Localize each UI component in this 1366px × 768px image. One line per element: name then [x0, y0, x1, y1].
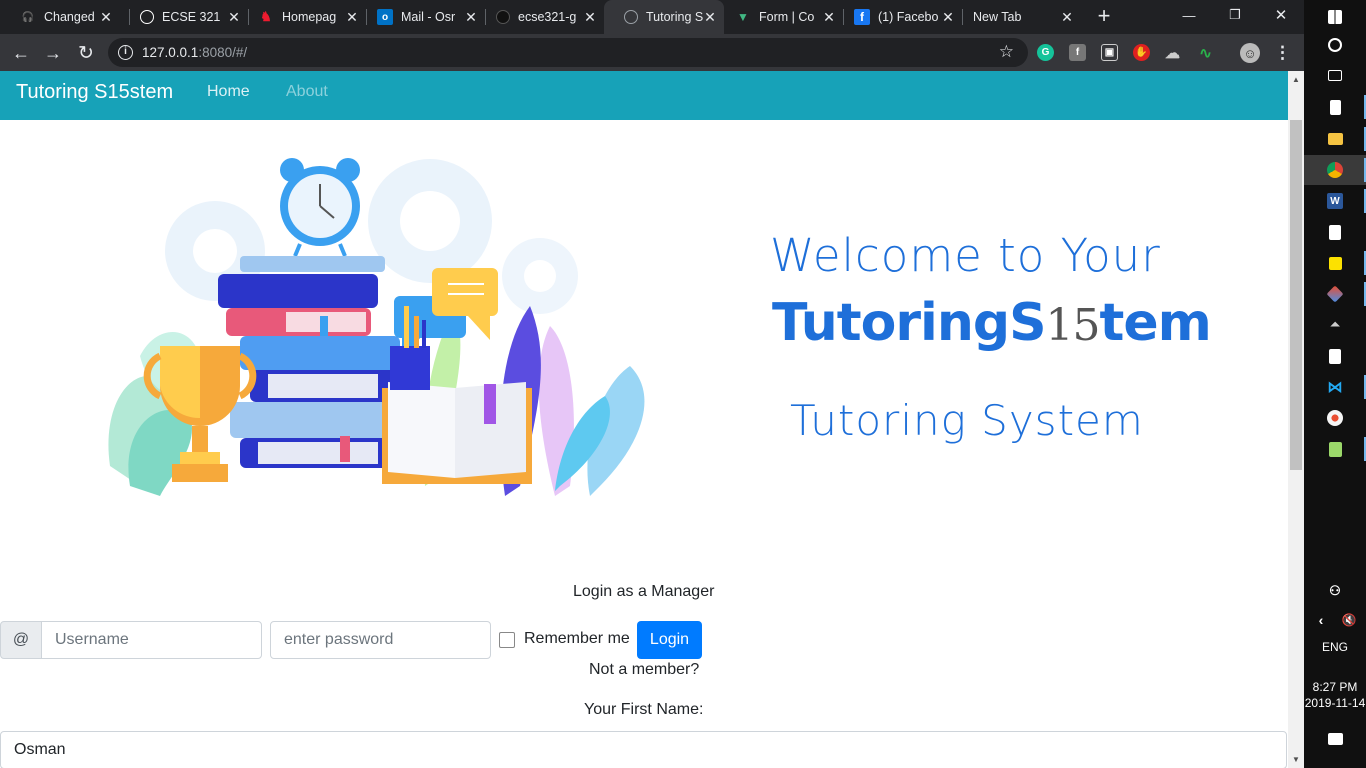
cloud-app-icon[interactable]: ⏶ — [1304, 309, 1366, 339]
password-input[interactable] — [270, 621, 491, 659]
close-tab-icon[interactable]: ✕ — [582, 9, 598, 25]
site-navbar: Tutoring S15stem Home About — [0, 71, 1288, 120]
tab-ecse321[interactable]: ECSE 321 ✕ — [120, 0, 248, 34]
tab-mail[interactable]: o Mail - Osr ✕ — [357, 0, 485, 34]
windows-start-icon[interactable] — [1304, 2, 1366, 32]
facebook-icon: f — [854, 9, 870, 25]
navbar-brand[interactable]: Tutoring S15stem — [16, 81, 173, 104]
login-heading: Login as a Manager — [573, 583, 715, 600]
books-trophy-illustration — [108, 158, 645, 496]
tab-form[interactable]: ▼ Form | Co ✕ — [715, 0, 843, 34]
mcgill-icon: ♞ — [260, 9, 272, 24]
scroll-up-arrow-icon[interactable]: ▲ — [1288, 71, 1304, 88]
browser-tab-strip: 🎧 Changed ✕ ECSE 321 ✕ ♞ Homepag ✕ o Mai… — [0, 0, 1304, 34]
close-tab-icon[interactable]: ✕ — [1059, 9, 1075, 25]
username-input[interactable] — [41, 621, 262, 659]
first-name-label: Your First Name: — [584, 701, 704, 718]
profile-icon[interactable]: ☺ — [1240, 43, 1260, 63]
bookmark-star-icon[interactable]: ☆ — [999, 42, 1014, 62]
chrome-taskbar-icon[interactable] — [1304, 155, 1366, 185]
github-icon — [496, 10, 510, 24]
not-member-link[interactable]: Not a member? — [589, 661, 699, 679]
git-app-icon[interactable] — [1304, 279, 1366, 309]
pulse-icon[interactable]: ∿ — [1197, 44, 1214, 62]
facebook-ext-icon[interactable]: f — [1069, 44, 1086, 61]
nav-link-about[interactable]: About — [286, 83, 328, 101]
page-scrollbar[interactable]: ▲ ▼ — [1288, 71, 1304, 768]
cortana-icon[interactable] — [1304, 30, 1366, 60]
scrollbar-thumb[interactable] — [1290, 120, 1302, 470]
sticky-notes-icon[interactable] — [1304, 248, 1366, 278]
scroll-down-arrow-icon[interactable]: ▼ — [1288, 751, 1304, 768]
tab-facebook[interactable]: f (1) Facebo ✕ — [834, 0, 962, 34]
at-prefix-addon: @ — [0, 621, 42, 659]
system-logo-wordmark: TutoringS15tem — [772, 293, 1212, 353]
notification-center-icon[interactable] — [1304, 724, 1366, 754]
vscode-icon[interactable]: ⋈ — [1304, 372, 1366, 402]
files-app-icon[interactable] — [1304, 92, 1366, 122]
forward-arrow-icon[interactable]: → — [40, 40, 66, 66]
first-name-input[interactable] — [0, 731, 1287, 768]
address-bar[interactable]: i 127.0.0.1:8080/#/ ☆ — [108, 38, 1028, 67]
remember-me-label[interactable]: Remember me — [524, 630, 630, 648]
login-button[interactable]: Login — [637, 621, 702, 659]
tab-changed[interactable]: 🎧 Changed ✕ — [0, 0, 120, 34]
paint-icon[interactable] — [1304, 403, 1366, 433]
close-tab-icon[interactable]: ✕ — [98, 9, 114, 25]
outlook-icon: o — [377, 9, 393, 25]
people-icon[interactable]: ⚇ — [1304, 576, 1366, 606]
calculator-icon[interactable] — [1304, 341, 1366, 371]
vue-icon: ▼ — [737, 10, 749, 24]
word-icon[interactable]: W — [1304, 186, 1366, 216]
site-info-icon[interactable]: i — [118, 45, 133, 60]
back-arrow-icon[interactable]: ← — [8, 40, 34, 66]
welcome-heading: Welcome to Your — [770, 229, 1161, 282]
tab-homepage[interactable]: ♞ Homepag ✕ — [238, 0, 366, 34]
file-explorer-icon[interactable] — [1304, 124, 1366, 154]
tab-tutoring-active[interactable]: Tutoring S ✕ — [604, 0, 724, 34]
notepad-icon[interactable] — [1304, 217, 1366, 247]
input-language[interactable]: ENG — [1304, 640, 1366, 654]
screen-capture-icon[interactable]: ▣ — [1101, 44, 1118, 61]
tab-new-tab[interactable]: New Tab ✕ — [953, 0, 1081, 34]
address-url[interactable]: 127.0.0.1:8080/#/ — [142, 45, 247, 60]
new-tab-button[interactable]: + — [1092, 5, 1116, 29]
tab-github[interactable]: ecse321-g ✕ — [476, 0, 604, 34]
windows-taskbar: W ⏶ ⋈ ⚇ ‹ 🔇 ENG 8:27 PM 2019-11-14 — [1304, 0, 1366, 768]
grammarly-icon[interactable]: G — [1037, 44, 1054, 61]
volume-muted-icon[interactable]: 🔇 — [1318, 605, 1366, 635]
menu-icon[interactable]: ⋮ — [1274, 43, 1291, 62]
globe-icon — [624, 10, 638, 24]
notepad-plus-icon[interactable] — [1304, 434, 1366, 464]
tagline: Tutoring System — [790, 396, 1144, 445]
adblock-icon[interactable]: ✋ — [1133, 44, 1150, 61]
headset-icon: 🎧 — [21, 11, 35, 23]
minimize-button[interactable]: — — [1166, 0, 1212, 30]
globe-icon — [140, 10, 154, 24]
clock-date[interactable]: 2019-11-14 — [1304, 696, 1366, 710]
browser-toolbar: ← → ↻ i 127.0.0.1:8080/#/ ☆ G f ▣ ✋ ☁ ∿ … — [0, 34, 1304, 71]
page-viewport: Tutoring S15stem Home About Welcome to Y… — [0, 71, 1288, 768]
close-window-button[interactable]: ✕ — [1258, 0, 1304, 30]
reload-icon[interactable]: ↻ — [73, 40, 99, 66]
nav-link-home[interactable]: Home — [207, 83, 250, 101]
cloud-icon[interactable]: ☁ — [1164, 44, 1181, 62]
clock-time[interactable]: 8:27 PM — [1304, 679, 1366, 696]
remember-me-checkbox[interactable] — [499, 632, 515, 648]
task-view-icon[interactable] — [1304, 60, 1366, 90]
restore-button[interactable]: ❐ — [1212, 0, 1258, 30]
screen: 🎧 Changed ✕ ECSE 321 ✕ ♞ Homepag ✕ o Mai… — [0, 0, 1366, 768]
